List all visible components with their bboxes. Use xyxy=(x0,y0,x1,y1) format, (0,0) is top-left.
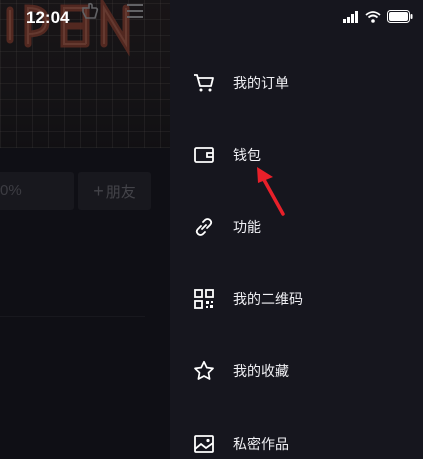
stat-value: 0% xyxy=(0,182,22,199)
link-icon xyxy=(192,215,216,239)
add-friend-label: 朋友 xyxy=(105,182,136,201)
star-icon xyxy=(192,359,216,383)
qr-code-icon xyxy=(192,287,216,311)
hand-gesture-icon[interactable] xyxy=(78,0,100,22)
menu-item-label: 我的订单 xyxy=(233,76,289,92)
image-icon xyxy=(192,432,216,456)
add-friend-button[interactable]: + 朋友 xyxy=(78,172,151,210)
profile-stat-pill: 0% xyxy=(0,172,74,210)
cart-icon xyxy=(192,71,216,95)
battery-icon xyxy=(387,10,413,23)
wallet-icon xyxy=(192,143,216,167)
menu-item-label: 钱包 xyxy=(233,148,261,164)
status-time: 12:04 xyxy=(26,8,70,27)
wifi-icon xyxy=(365,10,381,23)
menu-item-qr-code[interactable]: 我的二维码 xyxy=(170,273,423,325)
menu-item-label: 功能 xyxy=(233,220,261,236)
status-icons xyxy=(343,10,413,23)
menu-item-label: 我的二维码 xyxy=(233,292,303,308)
profile-panel: 0% + 朋友 xyxy=(0,0,170,459)
plus-icon: + xyxy=(93,180,104,201)
menu-item-orders[interactable]: 我的订单 xyxy=(170,57,423,109)
menu-item-features[interactable]: 功能 xyxy=(170,201,423,253)
divider xyxy=(0,316,145,317)
signal-icon xyxy=(343,10,358,23)
menu-item-favorites[interactable]: 我的收藏 xyxy=(170,345,423,397)
side-drawer: 我的订单 钱包 功能 我的二维码 我的收藏 私密作品 xyxy=(170,0,423,459)
menu-item-label: 私密作品 xyxy=(233,437,289,453)
menu-item-wallet[interactable]: 钱包 xyxy=(170,129,423,181)
menu-item-label: 我的收藏 xyxy=(233,364,289,380)
menu-icon[interactable] xyxy=(124,0,146,22)
menu-item-private-works[interactable]: 私密作品 xyxy=(170,418,423,459)
